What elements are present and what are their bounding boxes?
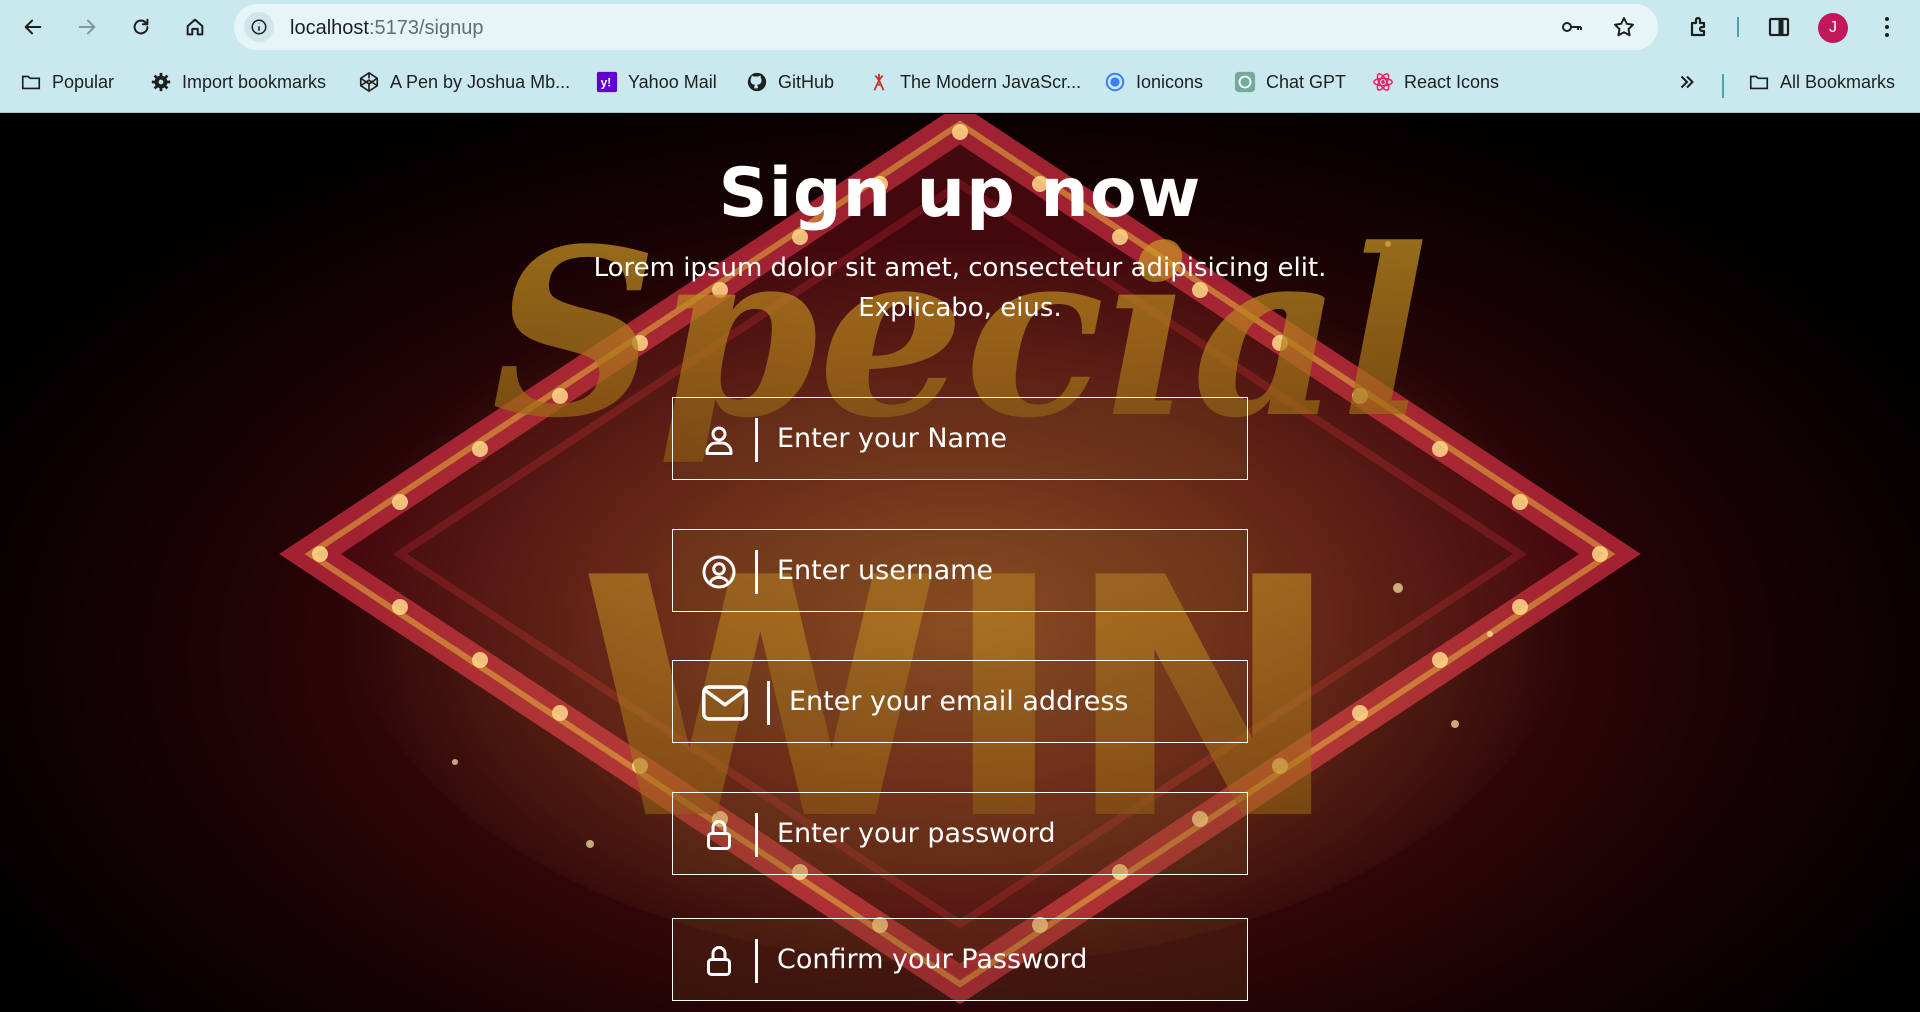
bookmark-label: Ionicons [1136, 71, 1204, 92]
email-field [672, 660, 1248, 743]
field-divider [755, 813, 758, 857]
bookmark-label: Chat GPT [1266, 71, 1347, 92]
profile-avatar[interactable]: J [1818, 13, 1848, 43]
bookmark-star-icon[interactable] [1610, 13, 1638, 41]
username-input[interactable] [777, 530, 1217, 610]
bookmarks-overflow-button[interactable] [1676, 68, 1708, 96]
url-host: localhost [290, 17, 369, 39]
name-field [672, 397, 1248, 480]
user-circle-icon [697, 550, 741, 594]
javascript-info-icon [868, 71, 890, 93]
react-icon [1372, 71, 1394, 93]
confirm-password-input[interactable] [777, 919, 1217, 999]
username-field [672, 529, 1248, 612]
url-path: :5173/signup [368, 17, 484, 39]
confirm-password-field [672, 918, 1248, 1001]
reload-button[interactable] [124, 10, 158, 44]
bookmarks-divider [1722, 74, 1724, 98]
lock-icon [697, 939, 741, 983]
bookmark-codepen[interactable]: A Pen by Joshua Mb... [358, 68, 570, 96]
subtitle-line-2: Explicabo, eius. [858, 293, 1062, 323]
bookmark-ionicons[interactable]: Ionicons [1104, 68, 1203, 96]
bookmark-label: GitHub [778, 71, 835, 92]
bookmark-label: React Icons [1404, 71, 1500, 92]
reload-icon [133, 18, 149, 35]
password-field [672, 792, 1248, 875]
bookmarks-bar: Popular Import bookmarks A Pen by Joshua… [0, 62, 1920, 102]
url-text[interactable]: localhost:5173/signup [290, 17, 483, 40]
folder-icon [20, 71, 42, 93]
openai-icon [1234, 71, 1256, 93]
bookmark-label: Import bookmarks [182, 71, 327, 92]
lock-icon [697, 813, 741, 857]
password-input[interactable] [777, 793, 1217, 873]
email-input[interactable] [789, 661, 1229, 741]
signup-page: Special WIN Sign up now Lorem ipsum dolo… [0, 114, 1920, 1012]
mail-icon [699, 681, 751, 725]
password-key-icon[interactable] [1558, 13, 1586, 41]
back-button[interactable] [16, 10, 50, 44]
bookmark-react-icons[interactable]: React Icons [1372, 68, 1499, 96]
bookmark-import[interactable]: Import bookmarks [150, 68, 326, 96]
field-divider [767, 681, 770, 725]
double-chevron-right-icon [1676, 71, 1698, 93]
yahoo-icon: y! [596, 71, 618, 93]
browser-chrome: localhost:5173/signup J Popular Import b… [0, 0, 1920, 113]
toolbar-divider [1737, 17, 1739, 37]
all-bookmarks-button[interactable]: All Bookmarks [1748, 68, 1895, 96]
home-icon [186, 18, 204, 36]
bookmark-yahoo[interactable]: y! Yahoo Mail [596, 68, 717, 96]
subtitle-line-1: Lorem ipsum dolor sit amet, consectetur … [593, 253, 1327, 283]
forward-button[interactable] [70, 10, 104, 44]
field-divider [755, 418, 758, 462]
page-title: Sign up now [718, 154, 1202, 233]
folder-icon [1748, 71, 1770, 93]
bookmark-modern-js[interactable]: The Modern JavaScr... [868, 68, 1081, 96]
side-panel-icon[interactable] [1762, 10, 1796, 44]
bookmark-chatgpt[interactable]: Chat GPT [1234, 68, 1346, 96]
svg-text:y!: y! [601, 76, 612, 90]
person-icon [697, 418, 741, 462]
bookmark-label: A Pen by Joshua Mb... [390, 71, 571, 92]
field-divider [755, 939, 758, 983]
bookmark-label: Popular [52, 71, 115, 92]
address-bar[interactable]: localhost:5173/signup [234, 4, 1658, 50]
github-icon [746, 71, 768, 93]
browser-toolbar: localhost:5173/signup J [0, 0, 1920, 54]
extensions-icon[interactable] [1682, 10, 1716, 44]
site-info-icon[interactable] [244, 12, 274, 42]
bookmark-label: Yahoo Mail [628, 71, 717, 92]
arrow-left-icon [24, 19, 42, 35]
codepen-icon [358, 71, 380, 93]
field-divider [755, 550, 758, 594]
bookmark-github[interactable]: GitHub [746, 68, 834, 96]
bookmark-popular[interactable]: Popular [20, 68, 114, 96]
all-bookmarks-label: All Bookmarks [1780, 71, 1896, 92]
gear-icon [150, 71, 172, 93]
ionicons-icon [1104, 71, 1126, 93]
arrow-right-icon [78, 19, 96, 35]
browser-menu-icon[interactable] [1872, 12, 1902, 42]
home-button[interactable] [178, 10, 212, 44]
page-subtitle: Lorem ipsum dolor sit amet, consectetur … [560, 248, 1360, 328]
name-input[interactable] [777, 398, 1217, 478]
bookmark-label: The Modern JavaScr... [900, 71, 1082, 92]
